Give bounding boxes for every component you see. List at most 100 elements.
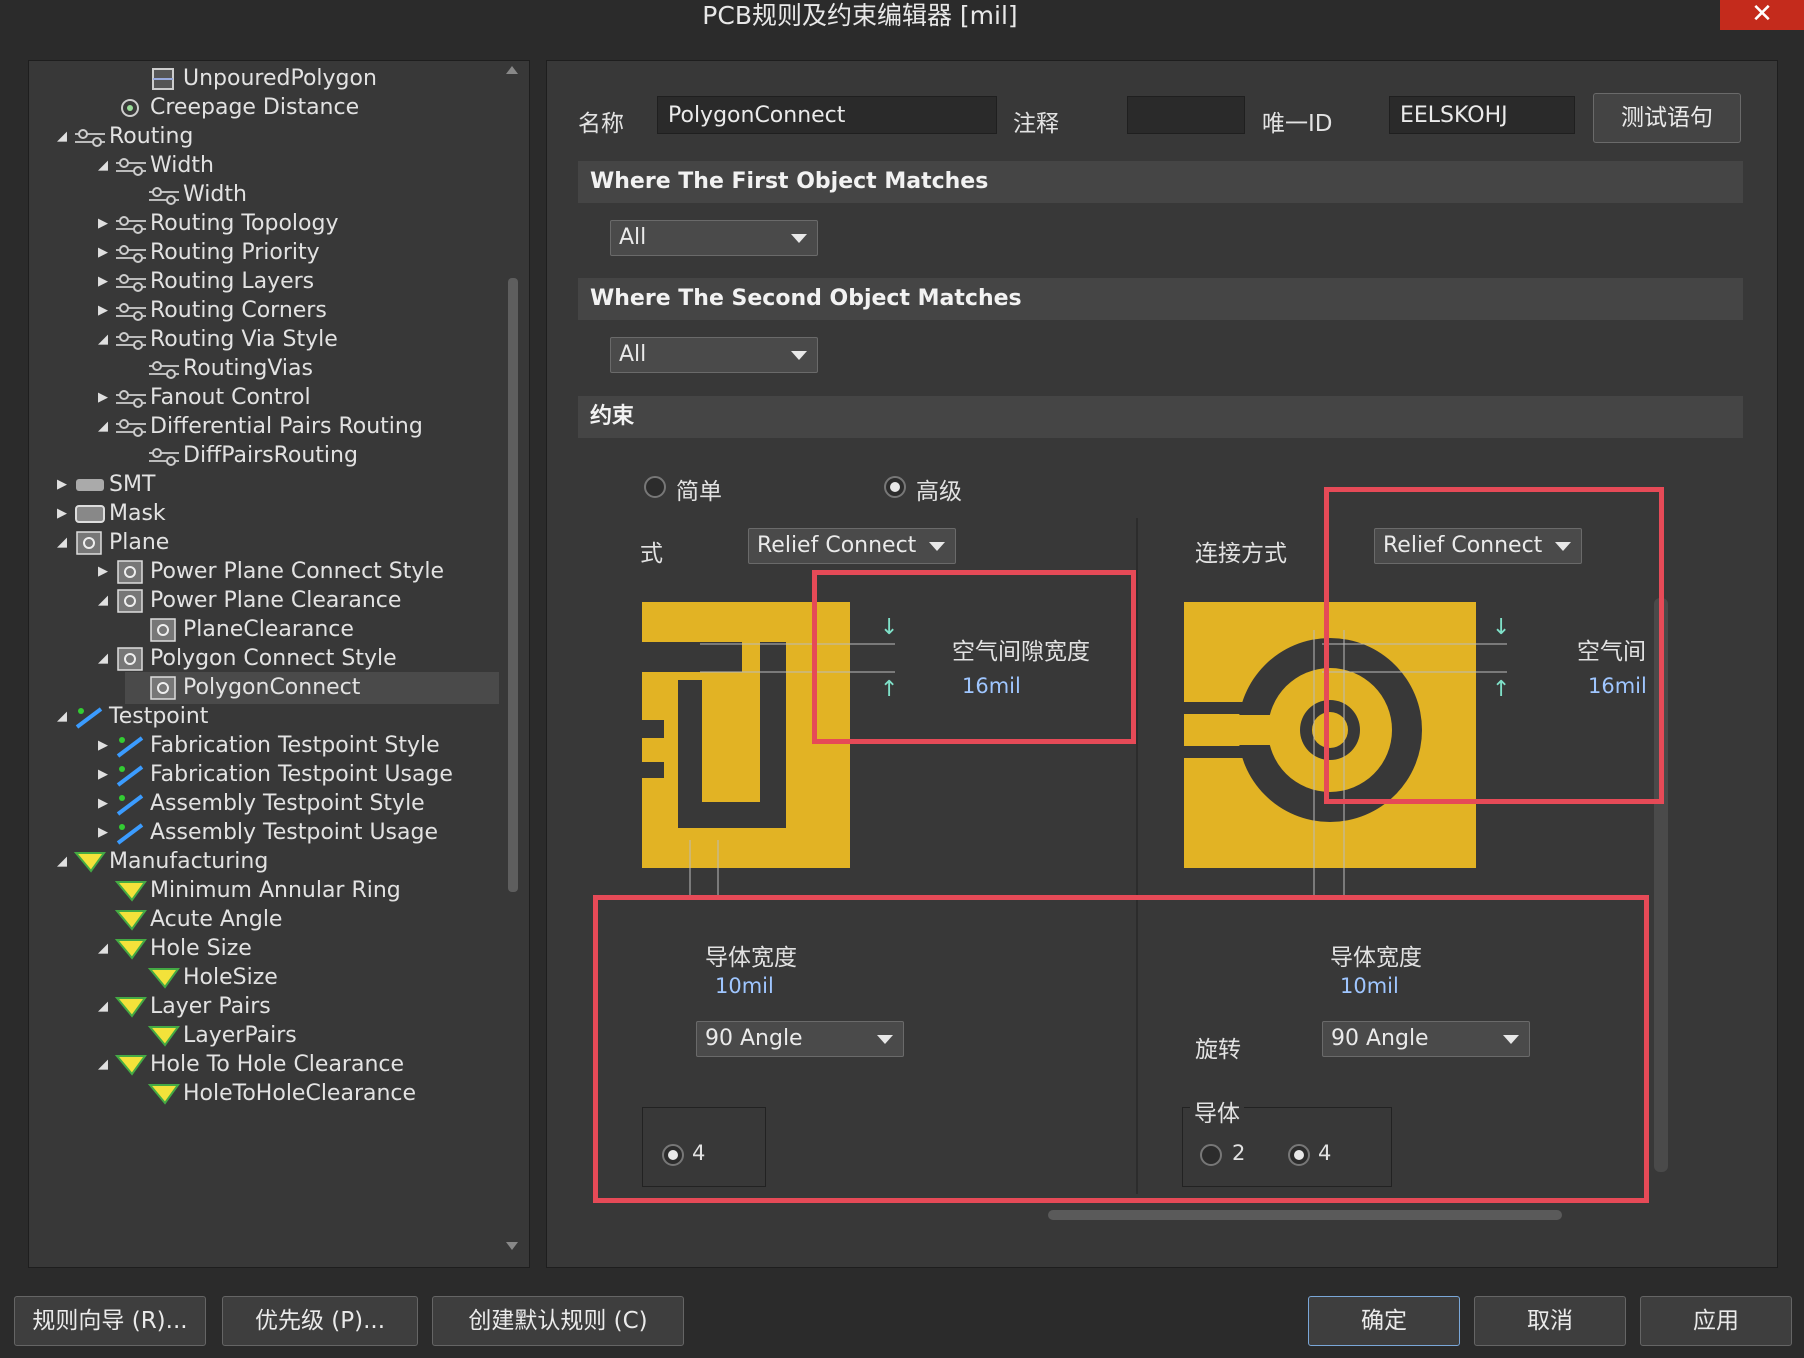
- tree-item[interactable]: ▶ Fabrication Testpoint Style: [92, 730, 440, 762]
- left-connect-style-select[interactable]: Relief Connect: [748, 528, 956, 564]
- expand-icon[interactable]: ▶: [92, 295, 114, 327]
- tree-item[interactable]: ▶ Routing Layers: [92, 266, 314, 298]
- tree-item[interactable]: ◢ Polygon Connect Style: [92, 643, 397, 675]
- tree-item[interactable]: Acute Angle: [92, 904, 282, 936]
- collapse-icon[interactable]: ◢: [92, 585, 114, 617]
- tree-item[interactable]: Creepage Distance: [92, 92, 359, 124]
- tree-item[interactable]: ◢ Hole To Hole Clearance: [92, 1049, 404, 1081]
- tree-item[interactable]: ▶ SMT: [51, 469, 155, 501]
- chevron-down-icon: [929, 542, 945, 551]
- tree-item[interactable]: ▶ Assembly Testpoint Style: [92, 788, 425, 820]
- tree-item[interactable]: ◢ Hole Size: [92, 933, 252, 965]
- expand-icon[interactable]: ▶: [92, 556, 114, 588]
- collapse-icon[interactable]: ◢: [92, 324, 114, 356]
- tree-item-label: Layer Pairs: [150, 994, 271, 1019]
- ok-button[interactable]: 确定: [1308, 1296, 1460, 1346]
- expand-icon[interactable]: ▶: [92, 382, 114, 414]
- rule-tree[interactable]: UnpouredPolygon Creepage Distance ◢ Routing…: [28, 60, 530, 1268]
- tree-item[interactable]: ▶ Routing Topology: [92, 208, 338, 240]
- air-gap: [642, 720, 664, 738]
- advanced-mode-radio[interactable]: [884, 476, 906, 498]
- tree-item[interactable]: Width: [125, 179, 247, 211]
- tree-item[interactable]: ▶ Routing Priority: [92, 237, 320, 269]
- expand-icon[interactable]: ▶: [92, 759, 114, 791]
- tree-scroll-thumb[interactable]: [508, 278, 518, 892]
- expand-icon[interactable]: ▶: [92, 730, 114, 762]
- scroll-down-icon[interactable]: [506, 1242, 518, 1250]
- chevron-down-icon: [791, 351, 807, 360]
- collapse-icon[interactable]: ◢: [51, 527, 73, 559]
- close-button[interactable]: ✕: [1720, 0, 1804, 30]
- scroll-up-icon[interactable]: [506, 66, 518, 74]
- expand-icon[interactable]: ▶: [92, 237, 114, 269]
- routing-rule-icon: [114, 270, 148, 294]
- tree-item[interactable]: ◢ Plane: [51, 527, 169, 559]
- tree-item[interactable]: ▶ Fabrication Testpoint Usage: [92, 759, 453, 791]
- collapse-icon[interactable]: ◢: [92, 411, 114, 443]
- expand-icon[interactable]: ▶: [92, 266, 114, 298]
- tree-item[interactable]: ▶ Fanout Control: [92, 382, 311, 414]
- tree-item[interactable]: PolygonConnect: [125, 672, 499, 704]
- tree-item-label: Creepage Distance: [150, 95, 360, 120]
- tree-item[interactable]: ▶ Routing Corners: [92, 295, 327, 327]
- advanced-mode-label: 高级: [916, 479, 962, 505]
- air-gap: [642, 762, 664, 778]
- constraints-hscroll-thumb[interactable]: [1048, 1210, 1562, 1220]
- tree-item-label: Routing Topology: [150, 211, 339, 236]
- tree-item-label: DiffPairsRouting: [183, 443, 358, 468]
- tree-item[interactable]: ◢ Routing: [51, 121, 193, 153]
- tree-item[interactable]: ◢ Layer Pairs: [92, 991, 271, 1023]
- rule-wizard-button[interactable]: 规则向导 (R)...: [14, 1296, 206, 1346]
- air-gap: [1184, 702, 1264, 714]
- collapse-icon[interactable]: ◢: [51, 701, 73, 733]
- tree-item[interactable]: ▶ Assembly Testpoint Usage: [92, 817, 438, 849]
- tree-item[interactable]: ▶ Mask: [51, 498, 166, 530]
- name-field[interactable]: PolygonConnect: [657, 96, 997, 134]
- tree-item[interactable]: ◢ Testpoint: [51, 701, 208, 733]
- tree-item[interactable]: ◢ Width: [92, 150, 214, 182]
- second-match-select[interactable]: All: [610, 337, 818, 373]
- expand-icon[interactable]: ▶: [92, 788, 114, 820]
- tree-item[interactable]: ◢ Power Plane Clearance: [92, 585, 401, 617]
- collapse-icon[interactable]: ◢: [51, 121, 73, 153]
- cancel-button[interactable]: 取消: [1474, 1296, 1626, 1346]
- uid-label: 唯一ID: [1262, 111, 1333, 137]
- collapse-icon[interactable]: ◢: [92, 933, 114, 965]
- tree-item-label: Fanout Control: [150, 385, 311, 410]
- collapse-icon[interactable]: ◢: [92, 150, 114, 182]
- tree-item[interactable]: Minimum Annular Ring: [92, 875, 401, 907]
- create-default-rules-button[interactable]: 创建默认规则 (C): [432, 1296, 684, 1346]
- tree-item[interactable]: ◢ Differential Pairs Routing: [92, 411, 423, 443]
- apply-button[interactable]: 应用: [1640, 1296, 1792, 1346]
- test-query-button[interactable]: 测试语句: [1593, 93, 1741, 143]
- mask-rule-icon: [73, 502, 107, 526]
- first-match-select[interactable]: All: [610, 220, 818, 256]
- window-title: PCB规则及约束编辑器 [mil]: [702, 1, 1018, 30]
- tree-item[interactable]: PlaneClearance: [125, 614, 354, 646]
- tree-item[interactable]: RoutingVias: [125, 353, 313, 385]
- tree-item-label: Routing Priority: [150, 240, 320, 265]
- comment-field[interactable]: [1127, 96, 1245, 134]
- expand-icon[interactable]: ▶: [51, 498, 73, 530]
- tree-item[interactable]: ▶ Power Plane Connect Style: [92, 556, 444, 588]
- tree-item-label: Assembly Testpoint Style: [150, 791, 425, 816]
- collapse-icon[interactable]: ◢: [92, 643, 114, 675]
- tree-item[interactable]: LayerPairs: [125, 1020, 297, 1052]
- tree-item[interactable]: HoleSize: [125, 962, 278, 994]
- simple-mode-radio[interactable]: [644, 476, 666, 498]
- collapse-icon[interactable]: ◢: [51, 846, 73, 878]
- tree-item[interactable]: DiffPairsRouting: [125, 440, 358, 472]
- tree-item[interactable]: UnpouredPolygon: [125, 63, 377, 95]
- collapse-icon[interactable]: ◢: [92, 991, 114, 1023]
- uid-field[interactable]: EELSKOHJ: [1389, 96, 1575, 134]
- priority-button[interactable]: 优先级 (P)...: [222, 1296, 418, 1346]
- tree-item[interactable]: ◢ Manufacturing: [51, 846, 268, 878]
- collapse-icon[interactable]: ◢: [92, 1049, 114, 1081]
- expand-icon[interactable]: ▶: [92, 208, 114, 240]
- tree-item[interactable]: HoleToHoleClearance: [125, 1078, 416, 1110]
- expand-icon[interactable]: ▶: [92, 817, 114, 849]
- expand-icon[interactable]: ▶: [51, 469, 73, 501]
- tree-item[interactable]: ◢ Routing Via Style: [92, 324, 338, 356]
- second-match-header: Where The Second Object Matches: [578, 278, 1743, 320]
- tree-item-label: Fabrication Testpoint Usage: [150, 762, 453, 787]
